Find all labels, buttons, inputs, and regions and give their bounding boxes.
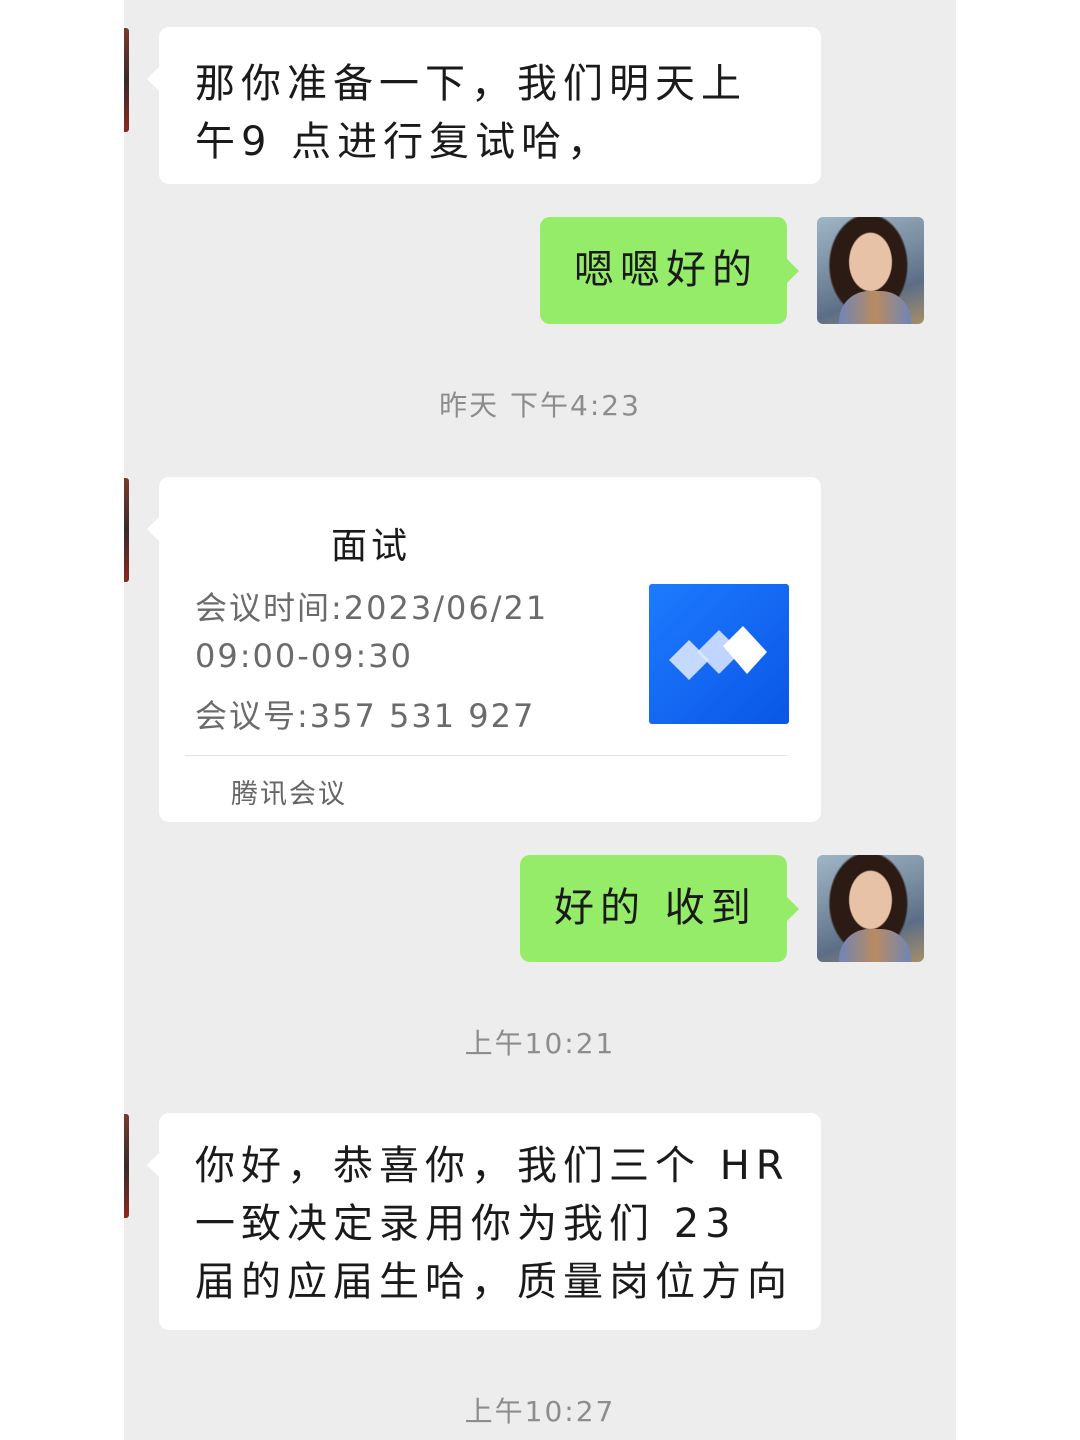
timestamp: 昨天 下午4:23: [439, 389, 641, 422]
avatar-figure: [839, 929, 911, 962]
user-avatar[interactable]: [817, 217, 924, 324]
message-bubble-incoming[interactable]: 那你准备一下，我们明天上午9 点进行复试哈，: [147, 27, 821, 184]
meeting-time-range: 09:00-09:30: [195, 637, 413, 675]
message-text: 嗯嗯好的: [574, 247, 758, 293]
user-avatar[interactable]: [817, 855, 924, 962]
meeting-card[interactable]: 面试 会议时间:2023/06/21 09:00-09:30 会议号:357 5…: [147, 477, 821, 822]
message-bubble-outgoing[interactable]: 嗯嗯好的: [540, 217, 799, 324]
chat-area[interactable]: 那你准备一下，我们明天上午9 点进行复试哈， 嗯嗯好的 昨天 下午4:23 面试…: [124, 0, 956, 1440]
message-bubble-incoming[interactable]: 你好，恭喜你，我们三个 HR 一致决定录用你为我们 23 届的应届生哈，质量岗位…: [147, 1113, 821, 1330]
timestamp: 上午10:27: [464, 1395, 616, 1428]
contact-avatar[interactable]: [124, 478, 129, 582]
meeting-title: 面试: [331, 526, 412, 567]
card-divider: [185, 755, 787, 756]
card-source-label: 腾讯会议: [231, 779, 347, 810]
contact-avatar[interactable]: [124, 28, 129, 132]
avatar-figure: [839, 291, 911, 324]
message-text: 那你准备一下，我们明天上午9 点进行复试哈，: [195, 61, 747, 165]
tencent-meeting-logo-icon: [649, 584, 789, 724]
meeting-id: 会议号:357 531 927: [195, 697, 536, 735]
meeting-time-label: 会议时间:2023/06/21: [195, 589, 549, 627]
contact-avatar[interactable]: [124, 1114, 129, 1218]
timestamp: 上午10:21: [464, 1027, 616, 1060]
meeting-logo-mark: [669, 626, 767, 680]
message-text: 你好，恭喜你，我们三个 HR 一致决定录用你为我们 23 届的应届生哈，质量岗位…: [195, 1143, 793, 1305]
message-bubble-outgoing[interactable]: 好的 收到: [520, 855, 799, 962]
message-text: 好的 收到: [554, 885, 757, 931]
